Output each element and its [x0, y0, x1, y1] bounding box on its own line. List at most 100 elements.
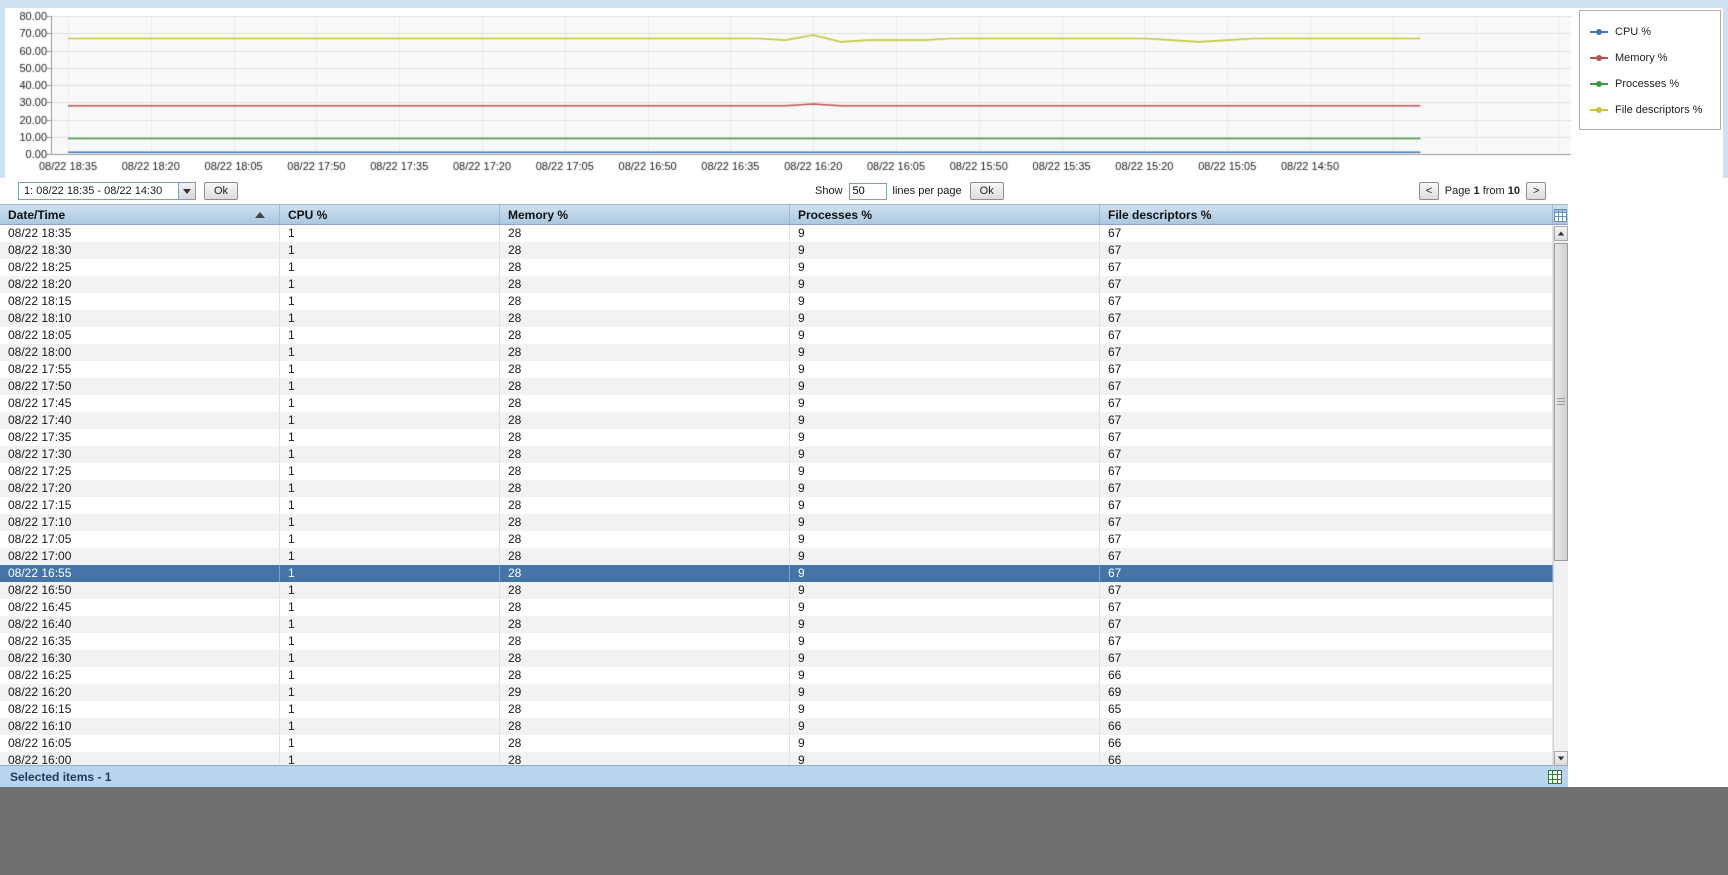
table-cell: 1 [280, 361, 500, 378]
table-cell: 28 [500, 361, 790, 378]
table-row[interactable]: 08/22 17:45128967 [0, 395, 1553, 412]
table-row[interactable]: 08/22 18:25128967 [0, 259, 1553, 276]
next-page-button[interactable]: > [1526, 182, 1546, 200]
legend-label: CPU % [1615, 26, 1651, 38]
table-row[interactable]: 08/22 16:35128967 [0, 633, 1553, 650]
table-cell: 1 [280, 599, 500, 616]
table-cell: 67 [1100, 327, 1553, 344]
table-cell: 67 [1100, 616, 1553, 633]
table-cell: 28 [500, 565, 790, 582]
table-cell: 9 [790, 616, 1100, 633]
lines-per-page-input[interactable] [849, 183, 887, 200]
table-cell: 67 [1100, 565, 1553, 582]
table-cell: 28 [500, 242, 790, 259]
table-cell: 67 [1100, 582, 1553, 599]
table-row[interactable]: 08/22 17:20128967 [0, 480, 1553, 497]
table-row[interactable]: 08/22 18:35128967 [0, 225, 1553, 242]
table-row[interactable]: 08/22 16:15128965 [0, 701, 1553, 718]
page-indicator: Page 1 from 10 [1445, 185, 1520, 197]
table-cell: 1 [280, 514, 500, 531]
table-row[interactable]: 08/22 17:55128967 [0, 361, 1553, 378]
table-row[interactable]: 08/22 17:00128967 [0, 548, 1553, 565]
table-cell: 66 [1100, 752, 1553, 765]
table-cell: 9 [790, 633, 1100, 650]
table-row[interactable]: 08/22 18:15128967 [0, 293, 1553, 310]
table-row[interactable]: 08/22 16:50128967 [0, 582, 1553, 599]
legend-marker-icon [1590, 31, 1608, 33]
table-row[interactable]: 08/22 18:30128967 [0, 242, 1553, 259]
column-header-label: CPU % [288, 208, 327, 222]
column-header-date-time[interactable]: Date/Time [0, 205, 280, 224]
table-row[interactable]: 08/22 16:55128967 [0, 565, 1553, 582]
table-row[interactable]: 08/22 17:10128967 [0, 514, 1553, 531]
column-header-memory[interactable]: Memory % [500, 205, 790, 224]
table-row[interactable]: 08/22 17:40128967 [0, 412, 1553, 429]
table-cell: 1 [280, 327, 500, 344]
table-row[interactable]: 08/22 17:25128967 [0, 463, 1553, 480]
table-row[interactable]: 08/22 17:35128967 [0, 429, 1553, 446]
table-cell: 08/22 16:35 [0, 633, 280, 650]
table-cell: 67 [1100, 259, 1553, 276]
prev-page-button[interactable]: < [1419, 182, 1439, 200]
table-row[interactable]: 08/22 17:50128967 [0, 378, 1553, 395]
table-row[interactable]: 08/22 16:40128967 [0, 616, 1553, 633]
table-cell: 08/22 16:55 [0, 565, 280, 582]
table-row[interactable]: 08/22 17:15128967 [0, 497, 1553, 514]
table-cell: 9 [790, 735, 1100, 752]
table-cell: 1 [280, 480, 500, 497]
table-cell: 9 [790, 429, 1100, 446]
column-options-button[interactable] [1553, 205, 1568, 225]
export-icon[interactable] [1548, 770, 1562, 784]
table-row[interactable]: 08/22 18:05128967 [0, 327, 1553, 344]
legend-item: CPU % [1590, 19, 1712, 45]
column-header-processes[interactable]: Processes % [790, 205, 1100, 224]
table-cell: 08/22 18:05 [0, 327, 280, 344]
table-row[interactable]: 08/22 16:20129969 [0, 684, 1553, 701]
legend-dot-icon [1596, 29, 1602, 35]
table-row[interactable]: 08/22 18:10128967 [0, 310, 1553, 327]
range-ok-button[interactable]: Ok [204, 182, 238, 200]
scroll-up-button[interactable] [1554, 226, 1568, 241]
table-cell: 9 [790, 531, 1100, 548]
scrollbar-thumb[interactable] [1554, 243, 1568, 561]
table-cell: 1 [280, 565, 500, 582]
table-row[interactable]: 08/22 16:10128966 [0, 718, 1553, 735]
column-header-label: Processes % [798, 208, 872, 222]
dropdown-arrow-icon [183, 189, 191, 194]
table-row[interactable]: 08/22 18:00128967 [0, 344, 1553, 361]
table-cell: 67 [1100, 344, 1553, 361]
table-cell: 67 [1100, 599, 1553, 616]
table-row[interactable]: 08/22 18:20128967 [0, 276, 1553, 293]
table-cell: 28 [500, 310, 790, 327]
table-cell: 9 [790, 412, 1100, 429]
table-cell: 28 [500, 225, 790, 242]
legend-item: File descriptors % [1590, 97, 1712, 123]
table-row[interactable]: 08/22 16:45128967 [0, 599, 1553, 616]
chevron-down-icon[interactable] [178, 183, 195, 199]
table-cell: 08/22 17:15 [0, 497, 280, 514]
table-row[interactable]: 08/22 16:00128966 [0, 752, 1553, 765]
table-cell: 67 [1100, 361, 1553, 378]
scroll-down-button[interactable] [1554, 751, 1568, 766]
time-range-select[interactable]: 1: 08/22 18:35 - 08/22 14:30 [18, 182, 196, 200]
table-row[interactable]: 08/22 17:30128967 [0, 446, 1553, 463]
table-row[interactable]: 08/22 16:30128967 [0, 650, 1553, 667]
vertical-scrollbar[interactable] [1553, 226, 1568, 766]
table-row[interactable]: 08/22 16:05128966 [0, 735, 1553, 752]
table-cell: 9 [790, 395, 1100, 412]
table-cell: 67 [1100, 514, 1553, 531]
table-cell: 08/22 16:30 [0, 650, 280, 667]
column-header-file-descriptors[interactable]: File descriptors % [1100, 205, 1553, 224]
lines-per-page-label: lines per page [893, 185, 962, 197]
column-header-cpu[interactable]: CPU % [280, 205, 500, 224]
lines-ok-button[interactable]: Ok [970, 182, 1004, 200]
table-row[interactable]: 08/22 16:25128966 [0, 667, 1553, 684]
table-cell: 67 [1100, 242, 1553, 259]
table-cell: 08/22 16:40 [0, 616, 280, 633]
table-cell: 08/22 16:45 [0, 599, 280, 616]
table-cell: 08/22 18:25 [0, 259, 280, 276]
table-cell: 08/22 16:25 [0, 667, 280, 684]
table-cell: 28 [500, 344, 790, 361]
table-row[interactable]: 08/22 17:05128967 [0, 531, 1553, 548]
table-cell: 1 [280, 497, 500, 514]
